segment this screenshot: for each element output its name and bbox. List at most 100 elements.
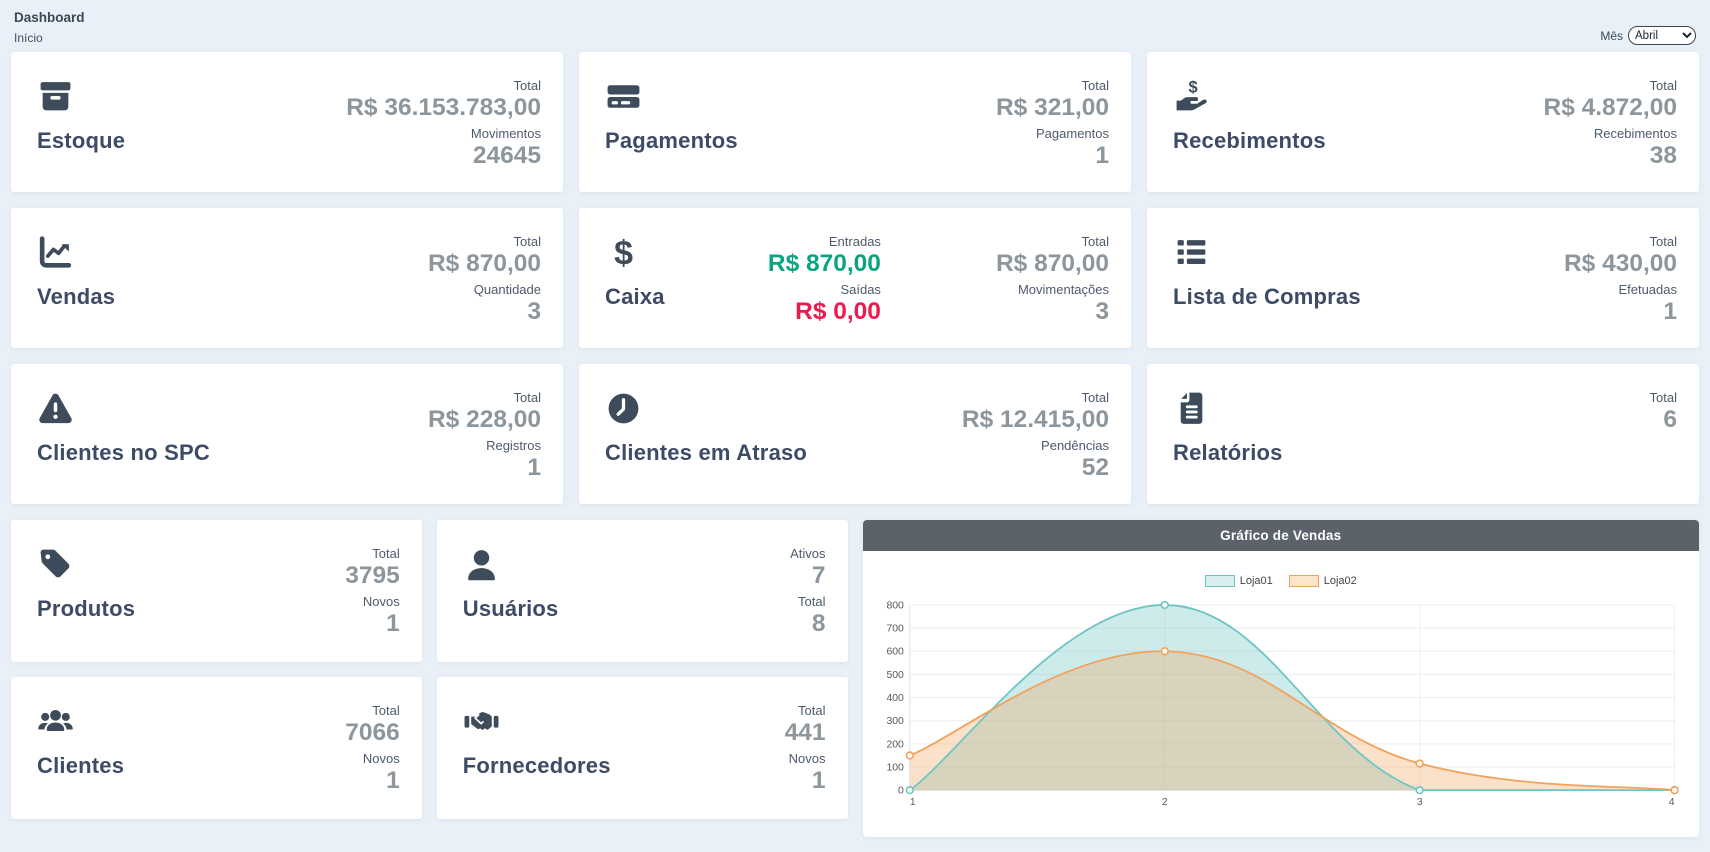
topbar: Dashboard Início Mês Abril (11, 0, 1699, 52)
dashboard-page: Dashboard Início Mês Abril EstoqueTotalR… (0, 0, 1710, 837)
chart-title: Gráfico de Vendas (863, 520, 1700, 551)
card-pagamentos[interactable]: PagamentosTotalR$ 321,00Pagamentos1 (579, 52, 1131, 192)
card-caixa[interactable]: $ Caixa EntradasR$ 870,00SaídasR$ 0,00 Tota… (579, 208, 1131, 348)
card-clientes[interactable]: ClientesTotal7066Novos1 (11, 677, 422, 819)
card-fornecedores[interactable]: FornecedoresTotal441Novos1 (437, 677, 848, 819)
card-stats: TotalR$ 228,00Registros1 (428, 390, 541, 490)
stat-column: Total7066Novos1 (345, 703, 400, 805)
stat-column: TotalR$ 228,00Registros1 (428, 390, 541, 490)
card-clientes-no-spc[interactable]: Clientes no SPCTotalR$ 228,00Registros1 (11, 364, 563, 504)
box-icon (37, 78, 74, 115)
clock-icon (605, 390, 642, 427)
card-info: Fornecedores (463, 703, 611, 805)
legend-item-loja01[interactable]: Loja01 (1205, 575, 1273, 587)
card-info: Clientes (37, 703, 124, 805)
stat-value: R$ 228,00 (428, 406, 541, 435)
stat-label: Total (514, 390, 541, 406)
stat-value: 6 (1663, 406, 1677, 435)
stat-label: Total (514, 78, 541, 94)
stat-value: R$ 870,00 (768, 250, 881, 279)
card-lista-de-compras[interactable]: Lista de ComprasTotalR$ 430,00Efetuadas1 (1147, 208, 1699, 348)
legend-label: Loja02 (1324, 575, 1357, 587)
card-info: $Recebimentos (1173, 78, 1326, 178)
card-usuarios[interactable]: UsuáriosAtivos7Total8 (437, 520, 848, 662)
credit-card-icon (605, 78, 642, 115)
card-relatorios[interactable]: Relatórios Total6 (1147, 364, 1699, 504)
svg-text:0: 0 (898, 786, 904, 797)
month-select[interactable]: Abril (1628, 26, 1696, 45)
card-info: Vendas (37, 234, 115, 334)
stat-label: Novos (789, 751, 826, 767)
stat-column: EntradasR$ 870,00SaídasR$ 0,00 (768, 234, 881, 334)
stat-value: 3 (1095, 298, 1109, 327)
card-title: Caixa (605, 284, 665, 310)
stat-value: R$ 870,00 (428, 250, 541, 279)
card-stats: TotalR$ 870,00Quantidade3 (428, 234, 541, 334)
stat-label: Movimentações (1018, 282, 1109, 298)
stat-label: Quantidade (474, 282, 541, 298)
users-icon (37, 703, 74, 740)
card-title: Clientes em Atraso (605, 440, 807, 466)
card-info: Clientes em Atraso (605, 390, 807, 490)
page-title: Dashboard (14, 10, 85, 25)
chart-legend: Loja01 Loja02 (872, 575, 1691, 587)
stat-column: TotalR$ 321,00Pagamentos1 (996, 78, 1109, 178)
card-vendas[interactable]: VendasTotalR$ 870,00Quantidade3 (11, 208, 563, 348)
stat-column: TotalR$ 12.415,00Pendências52 (962, 390, 1109, 490)
card-title: Estoque (37, 128, 125, 154)
entity-cards-grid: ProdutosTotal3795Novos1UsuáriosAtivos7To… (11, 520, 848, 837)
bottom-section: ProdutosTotal3795Novos1UsuáriosAtivos7To… (11, 520, 1699, 837)
stat-label: Total (798, 594, 825, 610)
legend-swatch (1205, 575, 1235, 587)
stat-label: Total (514, 234, 541, 250)
stat-value: 441 (785, 719, 826, 748)
svg-text:100: 100 (886, 762, 904, 773)
svg-text:200: 200 (886, 739, 904, 750)
stat-label: Pagamentos (1036, 126, 1109, 142)
stat-label: Total (1082, 234, 1109, 250)
stat-label: Recebimentos (1594, 126, 1677, 142)
svg-text:$: $ (614, 234, 633, 271)
card-info: Estoque (37, 78, 125, 178)
stat-label: Pendências (1041, 438, 1109, 454)
user-icon (463, 546, 500, 583)
chart-line-icon (37, 234, 74, 271)
card-recebimentos[interactable]: $Recebimentos TotalR$ 4.872,00Recebimento… (1147, 52, 1699, 192)
card-title: Relatórios (1173, 440, 1283, 466)
stat-value: R$ 0,00 (795, 298, 881, 327)
card-estoque[interactable]: EstoqueTotalR$ 36.153.783,00Movimentos24… (11, 52, 563, 192)
svg-text:600: 600 (886, 647, 904, 658)
stat-value: 24645 (473, 142, 541, 171)
stat-label: Total (1650, 234, 1677, 250)
svg-text:500: 500 (886, 670, 904, 681)
stat-column: Total3795Novos1 (345, 546, 400, 648)
summary-cards-grid: EstoqueTotalR$ 36.153.783,00Movimentos24… (11, 52, 1699, 504)
svg-text:700: 700 (886, 624, 904, 635)
stat-label: Novos (363, 751, 400, 767)
svg-text:2: 2 (1161, 797, 1167, 808)
legend-item-loja02[interactable]: Loja02 (1289, 575, 1357, 587)
card-stats: TotalR$ 321,00Pagamentos1 (996, 78, 1109, 178)
card-stats: TotalR$ 4.872,00Recebimentos38 (1544, 78, 1678, 178)
stat-label: Efetuadas (1618, 282, 1677, 298)
stat-label: Total (372, 546, 399, 562)
chart-body: Loja01Loja02 010020030040050060070080012… (863, 551, 1700, 810)
stat-label: Total (1650, 390, 1677, 406)
list-icon (1173, 234, 1210, 271)
stat-column: Total6 (1650, 390, 1677, 490)
card-title: Fornecedores (463, 753, 611, 779)
card-info: Relatórios (1173, 390, 1283, 490)
card-clientes-em-atraso[interactable]: Clientes em Atraso TotalR$ 12.415,00Pendê… (579, 364, 1131, 504)
card-title: Recebimentos (1173, 128, 1326, 154)
stat-column: Ativos7Total8 (790, 546, 825, 648)
card-stats: Total6 (1650, 390, 1677, 490)
card-produtos[interactable]: ProdutosTotal3795Novos1 (11, 520, 422, 662)
stat-label: Registros (486, 438, 541, 454)
stat-column: TotalR$ 870,00Movimentações3 (996, 234, 1109, 334)
card-stats: Ativos7Total8 (790, 546, 825, 648)
card-stats: TotalR$ 12.415,00Pendências52 (962, 390, 1109, 490)
card-stats: EntradasR$ 870,00SaídasR$ 0,00TotalR$ 87… (768, 234, 1109, 334)
stat-value: 7066 (345, 719, 400, 748)
stat-label: Ativos (790, 546, 825, 562)
stat-label: Total (1082, 390, 1109, 406)
